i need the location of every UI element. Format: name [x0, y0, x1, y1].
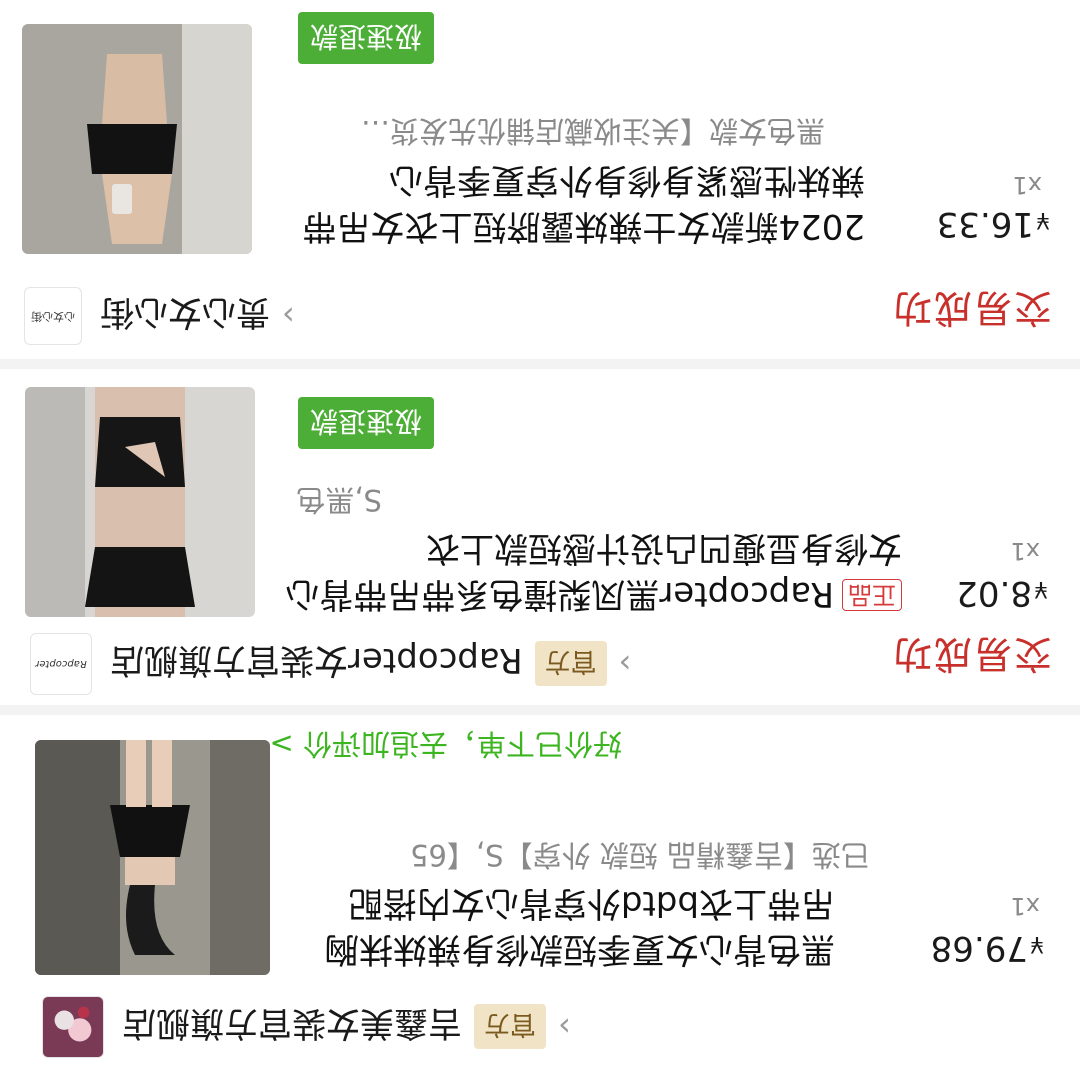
- chevron-right-icon[interactable]: ›: [558, 1008, 571, 1046]
- fast-refund-badge: 极速退款: [297, 12, 434, 64]
- order-card[interactable]: 吉鑫美女装官方旗舰店 官方 › ¥79.68 x1 黑色背心女夏季短款修身辣妹抹…: [0, 715, 1080, 1080]
- order-list-page: 吉鑫美女装官方旗舰店 官方 › ¥79.68 x1 黑色背心女夏季短款修身辣妹抹…: [0, 0, 1080, 1080]
- product-image: [22, 24, 252, 254]
- item-quantity: x1: [1010, 892, 1040, 920]
- order-status: 交易成功: [891, 632, 1052, 676]
- product-image: [25, 387, 255, 617]
- product-spec: 已选【吉鑫精品 短款 外穿】S,【65: [410, 838, 870, 872]
- official-badge: 官方: [534, 641, 607, 687]
- item-price: ¥79.68: [930, 928, 1044, 968]
- product-title[interactable]: 正品Rapcopter黑凤梨撞色系带吊带背心女修身显瘦凹凸设计感短款上衣: [277, 525, 902, 617]
- shop-name[interactable]: 吉鑫美女装官方旗舰店: [122, 1003, 462, 1052]
- shop-row[interactable]: 吉鑫美女装官方旗舰店 官方 ›: [42, 996, 642, 1058]
- chevron-right-icon[interactable]: ›: [282, 297, 295, 335]
- divider: [0, 359, 1080, 369]
- order-card[interactable]: 交易成功 Rapcopter Rapcopter女装官方旗舰店 官方 › ¥8.…: [0, 369, 1080, 705]
- shop-logo-image: [43, 997, 103, 1057]
- divider: [0, 705, 1080, 715]
- item-quantity: x1: [1012, 171, 1042, 199]
- product-image: [35, 740, 270, 975]
- product-spec: S,黑色: [296, 483, 382, 517]
- shop-row[interactable]: Rapcopter Rapcopter女装官方旗舰店 官方 ›: [30, 633, 680, 695]
- product-thumbnail[interactable]: [35, 740, 270, 975]
- shop-row[interactable]: 心女心街 贵心女心街 ›: [24, 287, 680, 345]
- official-badge: 官方: [474, 1004, 547, 1050]
- item-quantity: x1: [1010, 537, 1040, 565]
- item-price: ¥8.02: [956, 573, 1048, 613]
- shop-logo: 心女心街: [24, 287, 82, 345]
- add-review-prompt[interactable]: 好价已下单，去追加评价 >: [269, 725, 622, 767]
- order-card[interactable]: 交易成功 心女心街 贵心女心街 › ¥16.33 x1 2024新款女士辣妹露脐…: [0, 0, 1080, 359]
- order-status: 交易成功: [891, 286, 1052, 330]
- product-title[interactable]: 黑色背心女夏季短款修身辣妹抹胸吊带上衣bdtd外穿背心女内搭配: [295, 880, 835, 972]
- item-price: ¥16.33: [936, 204, 1050, 244]
- product-spec: 黑色女款【关注收藏店铺优先发货…: [360, 114, 825, 148]
- shop-logo: Rapcopter: [30, 633, 92, 695]
- product-thumbnail[interactable]: [22, 24, 252, 254]
- shop-logo: [42, 996, 104, 1058]
- product-title[interactable]: 2024新款女士辣妹露脐短上衣女吊带辣妹性感紧身修身外穿夏季背心: [280, 157, 865, 249]
- shop-name[interactable]: 贵心女心街: [100, 292, 270, 341]
- chevron-right-icon[interactable]: ›: [619, 645, 632, 683]
- authentic-badge: 正品: [842, 579, 902, 611]
- product-thumbnail[interactable]: [25, 387, 255, 617]
- fast-refund-badge: 极速退款: [297, 397, 434, 449]
- shop-name[interactable]: Rapcopter女装官方旗舰店: [110, 640, 523, 689]
